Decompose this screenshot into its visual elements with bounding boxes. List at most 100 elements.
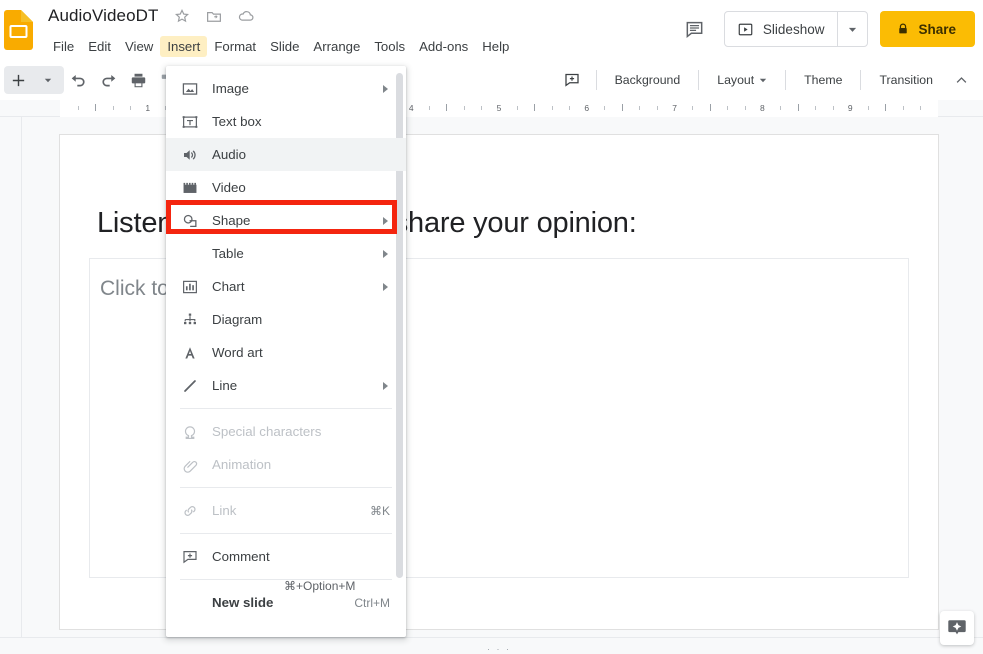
video-icon (180, 178, 200, 198)
menu-item-label: Special characters (212, 424, 322, 439)
lock-icon (899, 23, 908, 34)
ruler-minor-tick (569, 106, 571, 110)
slideshow-button[interactable]: Slideshow (725, 12, 838, 46)
ruler-minor-tick (815, 106, 817, 110)
document-title-row: AudioVideoDT (48, 6, 255, 26)
toolbar-divider (698, 70, 700, 90)
insert-menu-item-table[interactable]: Table (166, 237, 406, 270)
page-title[interactable]: AudioVideoDT (48, 6, 159, 26)
print-button[interactable] (124, 66, 152, 94)
menu-separator (180, 533, 392, 534)
share-label: Share (918, 21, 956, 37)
speaker-notes-handle[interactable]: · · · (487, 644, 511, 654)
cloud-saved-icon[interactable] (237, 7, 255, 25)
menu-format[interactable]: Format (207, 36, 263, 57)
insert-menu-item-chart[interactable]: Chart (166, 270, 406, 303)
submenu-arrow-icon (383, 249, 388, 258)
undo-icon (71, 74, 85, 86)
insert-menu-item-word-art[interactable]: Word art (166, 336, 406, 369)
submenu-arrow-icon (383, 216, 388, 225)
new-slide-button[interactable] (4, 66, 32, 94)
comment-history-icon[interactable] (678, 12, 712, 46)
plus-icon (12, 74, 24, 86)
insert-menu-item-special-characters: Special characters (166, 415, 406, 448)
insert-menu-dropdown[interactable]: ⌘+Option+M Image Text box Audio Video Shape T… (166, 66, 406, 637)
star-icon[interactable] (173, 7, 191, 25)
ruler-minor-tick (885, 104, 887, 111)
menu-separator (180, 408, 392, 409)
slide-filmstrip[interactable] (0, 117, 22, 637)
bottom-bar: · · · (0, 637, 983, 654)
insert-menu-list: Image Text box Audio Video Shape Table Chart Di… (166, 72, 406, 619)
ruler-minor-tick (551, 106, 553, 110)
menu-tools[interactable]: Tools (367, 36, 412, 57)
transition-button[interactable]: Transition (869, 67, 943, 93)
chevron-down-icon (849, 27, 857, 32)
diagram-icon (180, 310, 200, 330)
menu-view[interactable]: View (118, 36, 160, 57)
add-comment-button[interactable] (558, 66, 586, 94)
submenu-arrow-icon (383, 84, 388, 93)
menu-insert[interactable]: Insert (160, 36, 208, 57)
slideshow-group: Slideshow (723, 11, 869, 47)
undo-button[interactable] (64, 66, 92, 94)
insert-menu-item-diagram[interactable]: Diagram (166, 303, 406, 336)
line-icon (180, 376, 200, 396)
horizontal-ruler[interactable]: 123456789 (0, 100, 983, 117)
comment-plus-icon (564, 73, 579, 87)
ruler-number: 6 (584, 103, 590, 113)
app-header: AudioVideoDT File Edit View Insert Forma… (0, 0, 983, 62)
toolbar: Background Layout Theme Transition (0, 62, 983, 98)
insert-menu-item-image[interactable]: Image (166, 72, 406, 105)
ruler-minor-tick (709, 104, 711, 111)
ruler-minor-tick (657, 106, 659, 110)
insert-menu-item-audio[interactable]: Audio (166, 138, 406, 171)
explore-button[interactable] (940, 611, 974, 645)
menu-item-label: Chart (212, 279, 245, 294)
menu-item-shortcut: Ctrl+M (354, 595, 390, 610)
insert-menu-item-comment[interactable]: Comment (166, 540, 406, 573)
ruler-minor-tick (112, 106, 114, 110)
menu-edit[interactable]: Edit (81, 36, 118, 57)
ruler-number: 8 (760, 103, 765, 113)
menu-slide[interactable]: Slide (263, 36, 306, 57)
menu-item-label: Diagram (212, 312, 263, 327)
redo-icon (101, 74, 115, 86)
redo-button[interactable] (94, 66, 122, 94)
ruler-minor-tick (692, 106, 694, 110)
ruler-minor-tick (95, 104, 97, 111)
comment-shortcut-text: ⌘+Option+M (284, 579, 356, 593)
menu-file[interactable]: File (46, 36, 81, 57)
menu-arrange[interactable]: Arrange (306, 36, 367, 57)
ruler-minor-tick (920, 106, 922, 110)
insert-menu-item-line[interactable]: Line (166, 369, 406, 402)
menu-item-label: Shape (212, 213, 251, 228)
menu-item-label: Video (212, 180, 246, 195)
ruler-minor-tick (832, 106, 834, 110)
menu-bar: File Edit View Insert Format Slide Arran… (46, 36, 516, 57)
insert-menu-item-link: Link ⌘K (166, 494, 406, 527)
text-box-icon (180, 112, 200, 132)
insert-menu-item-shape[interactable]: Shape (166, 204, 406, 237)
menu-help[interactable]: Help (475, 36, 516, 57)
ruler-number: 9 (847, 103, 853, 113)
header-actions: Slideshow Share (678, 11, 975, 47)
menu-item-label: Text box (212, 114, 262, 129)
move-to-folder-icon[interactable] (205, 7, 223, 25)
background-button[interactable]: Background (605, 67, 691, 93)
ruler-number: 1 (145, 103, 151, 113)
insert-menu-item-video[interactable]: Video (166, 171, 406, 204)
theme-button[interactable]: Theme (794, 67, 852, 93)
insert-menu-item-text-box[interactable]: Text box (166, 105, 406, 138)
slideshow-dropdown-button[interactable] (837, 12, 867, 46)
share-button[interactable]: Share (880, 11, 975, 47)
google-slides-window: AudioVideoDT File Edit View Insert Forma… (0, 0, 983, 654)
shape-icon (180, 211, 200, 231)
print-icon (131, 73, 145, 87)
menu-item-label: Link (212, 503, 237, 518)
new-slide-dropdown-button[interactable] (34, 66, 62, 94)
layout-button[interactable]: Layout (707, 67, 777, 93)
menu-add-ons[interactable]: Add-ons (412, 36, 475, 57)
menu-item-shortcut: ⌘K (369, 503, 390, 518)
collapse-toolbar-button[interactable] (947, 66, 975, 94)
